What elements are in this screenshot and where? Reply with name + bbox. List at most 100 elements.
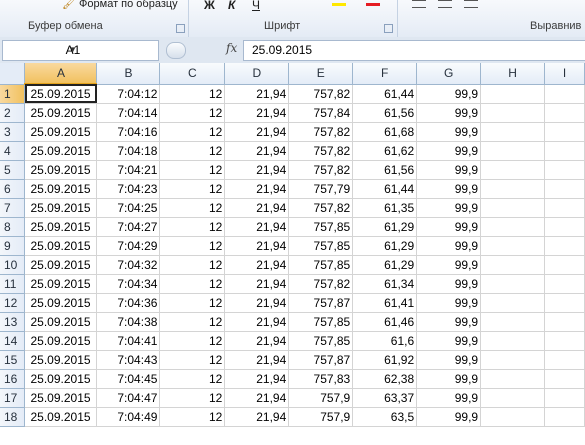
cell-h[interactable] — [480, 122, 545, 142]
cell-c[interactable]: 12 — [159, 388, 226, 408]
cell-e[interactable]: 757,82 — [288, 84, 354, 104]
chevron-down-icon[interactable]: ▼ — [3, 45, 143, 54]
cell-g[interactable]: 99,9 — [416, 407, 482, 427]
cell-h[interactable] — [480, 255, 545, 275]
cell-d[interactable]: 21,94 — [224, 388, 290, 408]
cell-e[interactable]: 757,87 — [288, 350, 354, 370]
cell-i[interactable] — [544, 293, 585, 313]
formula-bar-grip[interactable] — [166, 42, 186, 59]
column-header-g[interactable]: G — [416, 63, 482, 85]
column-header-e[interactable]: E — [288, 63, 354, 85]
cell-c[interactable]: 12 — [159, 407, 226, 427]
row-header[interactable]: 3 — [0, 122, 26, 142]
cell-a[interactable]: 25.09.2015 — [24, 388, 98, 408]
cell-e[interactable]: 757,85 — [288, 331, 354, 351]
cell-g[interactable]: 99,9 — [416, 388, 482, 408]
cell-d[interactable]: 21,94 — [224, 331, 290, 351]
cell-e[interactable]: 757,82 — [288, 122, 354, 142]
cell-g[interactable]: 99,9 — [416, 255, 482, 275]
cell-a[interactable]: 25.09.2015 — [24, 312, 98, 332]
cell-c[interactable]: 12 — [159, 217, 226, 237]
cell-a[interactable]: 25.09.2015 — [24, 274, 98, 294]
cell-h[interactable] — [480, 103, 545, 123]
cell-i[interactable] — [544, 103, 585, 123]
cell-b[interactable]: 7:04:16 — [96, 122, 161, 142]
cell-e[interactable]: 757,84 — [288, 103, 354, 123]
cell-g[interactable]: 99,9 — [416, 293, 482, 313]
cell-a[interactable]: 25.09.2015 — [24, 141, 98, 161]
cell-a[interactable]: 25.09.2015 — [24, 160, 98, 180]
cell-g[interactable]: 99,9 — [416, 179, 482, 199]
cell-c[interactable]: 12 — [159, 179, 226, 199]
row-header[interactable]: 5 — [0, 160, 26, 180]
cell-e[interactable]: 757,82 — [288, 160, 354, 180]
cell-f[interactable]: 61,34 — [352, 274, 418, 294]
cell-i[interactable] — [544, 331, 585, 351]
cell-f[interactable]: 61,29 — [352, 255, 418, 275]
cell-i[interactable] — [544, 217, 585, 237]
cell-a[interactable]: 25.09.2015 — [24, 122, 98, 142]
underline-button[interactable]: Ч — [252, 0, 260, 12]
cell-c[interactable]: 12 — [159, 350, 226, 370]
cell-e[interactable]: 757,85 — [288, 236, 354, 256]
cell-f[interactable]: 61,44 — [352, 179, 418, 199]
cell-a[interactable]: 25.09.2015 — [24, 217, 98, 237]
cell-d[interactable]: 21,94 — [224, 350, 290, 370]
clipboard-launcher-icon[interactable] — [176, 24, 185, 33]
cell-b[interactable]: 7:04:32 — [96, 255, 161, 275]
cell-g[interactable]: 99,9 — [416, 198, 482, 218]
cell-f[interactable]: 61,56 — [352, 160, 418, 180]
column-header-a[interactable]: A — [24, 63, 98, 85]
cell-g[interactable]: 99,9 — [416, 369, 482, 389]
cell-e[interactable]: 757,87 — [288, 293, 354, 313]
cell-e[interactable]: 757,82 — [288, 198, 354, 218]
cell-d[interactable]: 21,94 — [224, 293, 290, 313]
cell-b[interactable]: 7:04:36 — [96, 293, 161, 313]
align-right-icon[interactable] — [464, 0, 478, 8]
cell-i[interactable] — [544, 369, 585, 389]
row-header[interactable]: 8 — [0, 217, 26, 237]
cell-g[interactable]: 99,9 — [416, 274, 482, 294]
formula-input[interactable]: 25.09.2015 — [243, 40, 585, 61]
cell-h[interactable] — [480, 274, 545, 294]
column-header-c[interactable]: C — [159, 63, 226, 85]
cell-i[interactable] — [544, 236, 585, 256]
cell-a[interactable]: 25.09.2015 — [24, 350, 98, 370]
cell-c[interactable]: 12 — [159, 369, 226, 389]
cell-i[interactable] — [544, 350, 585, 370]
cell-e[interactable]: 757,9 — [288, 407, 354, 427]
cell-g[interactable]: 99,9 — [416, 217, 482, 237]
cell-f[interactable]: 61,6 — [352, 331, 418, 351]
cell-f[interactable]: 62,38 — [352, 369, 418, 389]
cell-b[interactable]: 7:04:23 — [96, 179, 161, 199]
cell-d[interactable]: 21,94 — [224, 122, 290, 142]
row-header[interactable]: 11 — [0, 274, 26, 294]
cell-g[interactable]: 99,9 — [416, 236, 482, 256]
cell-b[interactable]: 7:04:43 — [96, 350, 161, 370]
cell-f[interactable]: 61,56 — [352, 103, 418, 123]
cell-c[interactable]: 12 — [159, 84, 226, 104]
cell-g[interactable]: 99,9 — [416, 350, 482, 370]
cell-f[interactable]: 61,46 — [352, 312, 418, 332]
cell-h[interactable] — [480, 312, 545, 332]
select-all-corner[interactable] — [0, 63, 26, 85]
format-painter-button[interactable]: 🖌 Формат по образцу — [62, 0, 178, 10]
cell-b[interactable]: 7:04:21 — [96, 160, 161, 180]
cell-d[interactable]: 21,94 — [224, 198, 290, 218]
cell-c[interactable]: 12 — [159, 198, 226, 218]
cell-e[interactable]: 757,82 — [288, 141, 354, 161]
cell-i[interactable] — [544, 274, 585, 294]
cell-d[interactable]: 21,94 — [224, 274, 290, 294]
cell-f[interactable]: 61,29 — [352, 236, 418, 256]
cell-f[interactable]: 61,62 — [352, 141, 418, 161]
cell-i[interactable] — [544, 84, 585, 104]
cell-i[interactable] — [544, 198, 585, 218]
cell-f[interactable]: 61,68 — [352, 122, 418, 142]
cell-c[interactable]: 12 — [159, 122, 226, 142]
name-box[interactable]: A1 ▼ — [2, 40, 159, 61]
cell-h[interactable] — [480, 293, 545, 313]
cell-g[interactable]: 99,9 — [416, 160, 482, 180]
cell-c[interactable]: 12 — [159, 141, 226, 161]
cell-e[interactable]: 757,79 — [288, 179, 354, 199]
cell-c[interactable]: 12 — [159, 293, 226, 313]
